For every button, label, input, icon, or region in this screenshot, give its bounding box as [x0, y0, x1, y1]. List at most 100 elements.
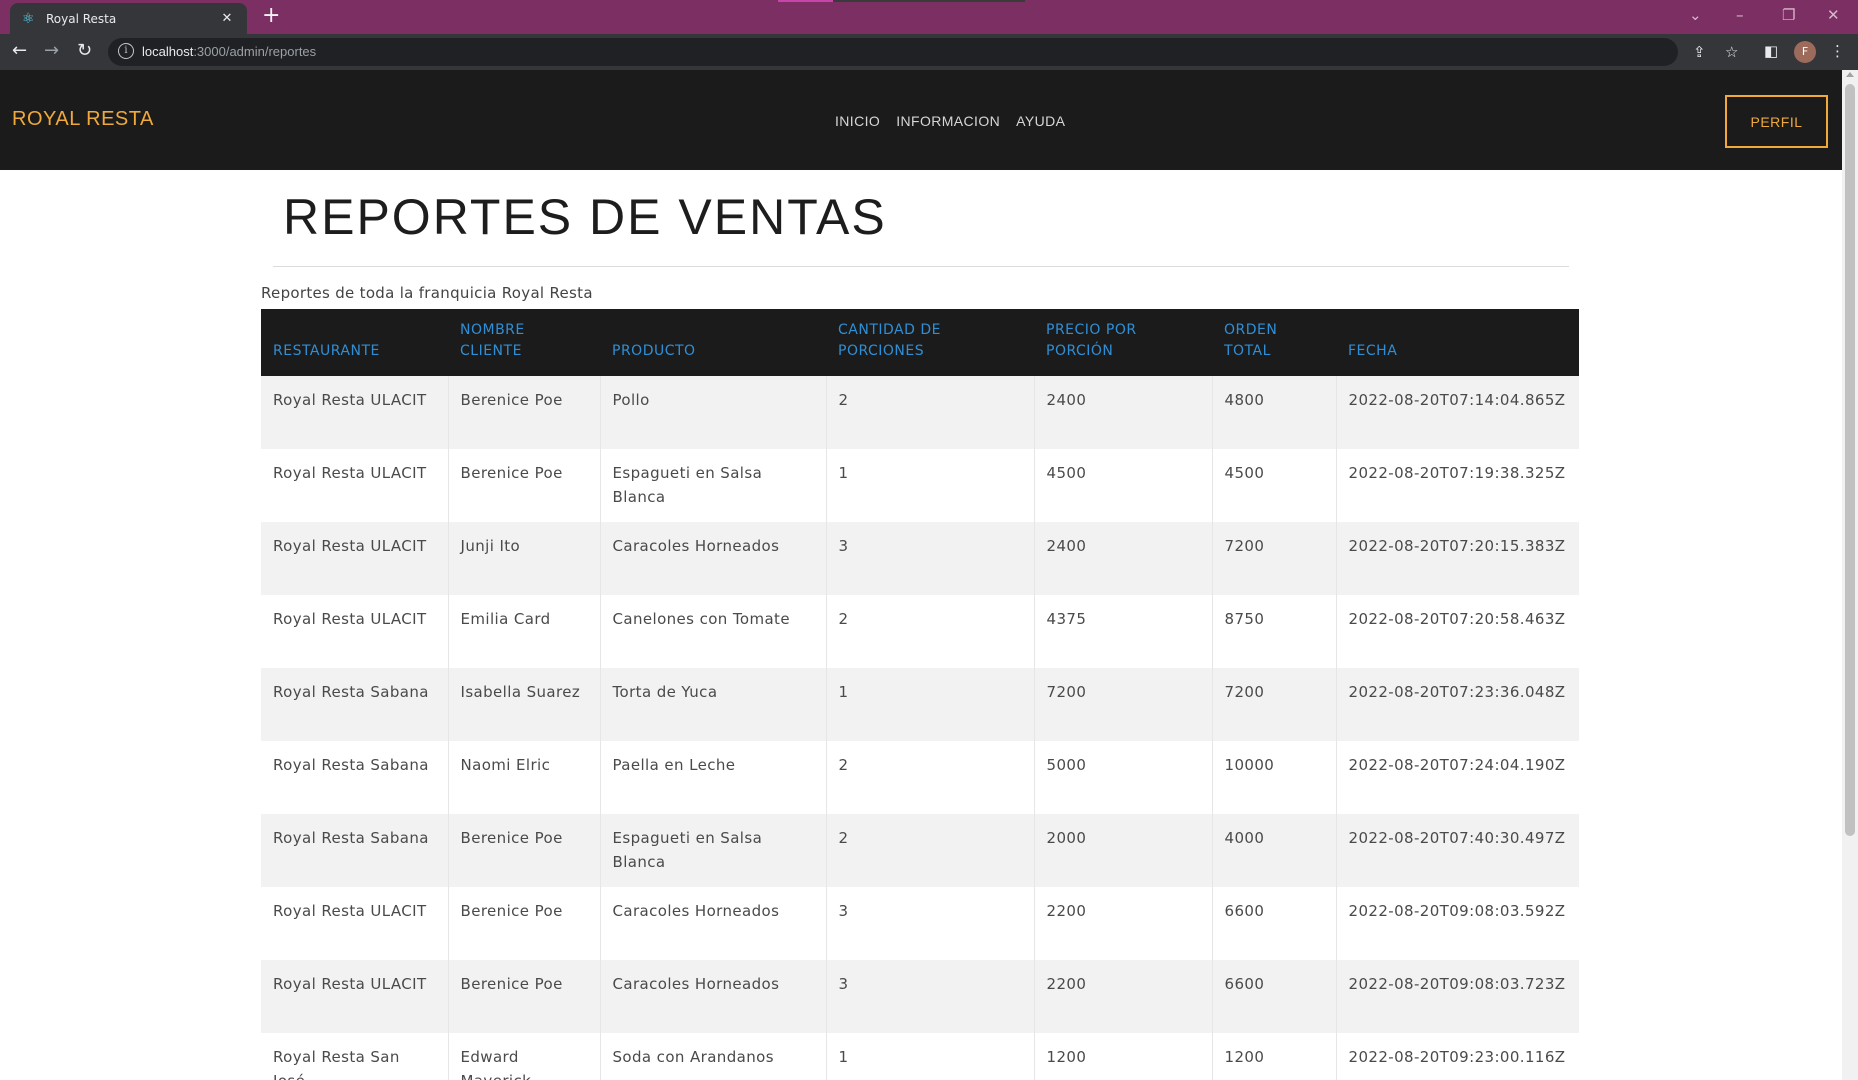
site-info-icon[interactable]: i	[118, 43, 134, 59]
cell-cliente: Berenice Poe	[447, 376, 600, 449]
scroll-up-icon[interactable]	[1846, 72, 1854, 77]
cell-producto: Soda con Arandanos	[599, 1033, 826, 1080]
menu-item-informacion[interactable]: INFORMACION	[896, 113, 1000, 129]
table-row: Royal Resta ULACIT Berenice Poe Caracoles …	[261, 887, 1579, 960]
back-icon[interactable]: ←	[12, 41, 27, 61]
cell-producto: Pollo	[599, 376, 826, 449]
cell-total: 7200	[1211, 668, 1336, 741]
table-row: Royal Resta Sabana Naomi Elric Paella en L…	[261, 741, 1579, 814]
cell-producto: Paella en Leche	[599, 741, 826, 814]
cell-fecha: 2022-08-20T09:08:03.592Z	[1335, 887, 1579, 960]
column-header-fecha[interactable]: FECHA	[1336, 309, 1579, 376]
cell-cliente: Isabella Suarez	[447, 668, 600, 741]
cell-producto: Espagueti en Salsa Blanca	[599, 814, 826, 887]
side-panel-icon[interactable]: ◧	[1764, 42, 1778, 60]
cell-precio: 2400	[1033, 522, 1212, 595]
cell-fecha: 2022-08-20T07:23:36.048Z	[1335, 668, 1579, 741]
cell-precio: 4500	[1033, 449, 1212, 522]
cell-total: 4000	[1211, 814, 1336, 887]
cell-total: 4500	[1211, 449, 1336, 522]
cell-precio: 7200	[1033, 668, 1212, 741]
share-icon[interactable]: ⇪	[1693, 43, 1706, 61]
cell-total: 8750	[1211, 595, 1336, 668]
site-navbar: ROYAL RESTA INICIO INFORMACION AYUDA PER…	[0, 70, 1842, 170]
minimize-icon[interactable]: –	[1736, 6, 1744, 24]
page-title: REPORTES DE VENTAS	[283, 189, 887, 245]
main-menu: INICIO INFORMACION AYUDA	[835, 113, 1065, 129]
cell-fecha: 2022-08-20T09:23:00.116Z	[1335, 1033, 1579, 1080]
menu-item-inicio[interactable]: INICIO	[835, 113, 880, 129]
page-scrollbar[interactable]	[1842, 70, 1858, 1080]
column-header-producto[interactable]: PRODUCTO	[600, 309, 826, 376]
table-row: Royal Resta ULACIT Berenice Poe Pollo 2 2400…	[261, 376, 1579, 449]
new-tab-icon[interactable]: +	[262, 5, 280, 27]
column-header-nombre-cliente[interactable]: NOMBRE CLIENTE	[448, 309, 600, 376]
url-text[interactable]: localhost:3000/admin/reportes	[142, 44, 316, 59]
cell-restaurante: Royal Resta Sabana	[261, 814, 448, 887]
cell-total: 4800	[1211, 376, 1336, 449]
column-header-restaurante[interactable]: RESTAURANTE	[261, 309, 448, 376]
url-path: :3000/admin/reportes	[193, 44, 317, 59]
cell-cliente: Junji Ito	[447, 522, 600, 595]
browser-tab[interactable]: ⚛ Royal Resta ✕	[10, 3, 247, 34]
cell-precio: 2400	[1033, 376, 1212, 449]
cell-producto: Espagueti en Salsa Blanca	[599, 449, 826, 522]
cell-fecha: 2022-08-20T07:20:15.383Z	[1335, 522, 1579, 595]
cell-precio: 4375	[1033, 595, 1212, 668]
table-body: Royal Resta ULACIT Berenice Poe Pollo 2 2400…	[261, 376, 1579, 1080]
address-bar[interactable]: i localhost:3000/admin/reportes ⇪ ☆	[108, 38, 1738, 66]
forward-icon[interactable]: →	[44, 41, 59, 61]
cell-restaurante: Royal Resta Sabana	[261, 668, 448, 741]
title-divider	[273, 266, 1569, 267]
cell-cliente: Berenice Poe	[447, 960, 600, 1033]
cell-cantidad: 3	[825, 522, 1034, 595]
restore-icon[interactable]: ❐	[1782, 6, 1795, 24]
tabstrip-accent	[778, 0, 833, 2]
react-favicon-icon: ⚛	[22, 10, 35, 27]
cell-restaurante: Royal Resta ULACIT	[261, 449, 448, 522]
tab-close-icon[interactable]: ✕	[219, 11, 235, 26]
menu-item-ayuda[interactable]: AYUDA	[1016, 113, 1065, 129]
cell-fecha: 2022-08-20T07:40:30.497Z	[1335, 814, 1579, 887]
cell-producto: Caracoles Horneados	[599, 522, 826, 595]
cell-precio: 1200	[1033, 1033, 1212, 1080]
cell-cantidad: 1	[825, 449, 1034, 522]
cell-precio: 2000	[1033, 814, 1212, 887]
bookmark-star-icon[interactable]: ☆	[1725, 43, 1738, 61]
table-row: Royal Resta ULACIT Berenice Poe Espagueti …	[261, 449, 1579, 522]
cell-restaurante: Royal Resta ULACIT	[261, 960, 448, 1033]
cell-fecha: 2022-08-20T07:19:38.325Z	[1335, 449, 1579, 522]
page-viewport: ROYAL RESTA INICIO INFORMACION AYUDA PER…	[0, 70, 1858, 1080]
cell-precio: 5000	[1033, 741, 1212, 814]
cell-cliente: Berenice Poe	[447, 887, 600, 960]
cell-restaurante: Royal Resta ULACIT	[261, 595, 448, 668]
reload-icon[interactable]: ↻	[77, 41, 92, 61]
cell-total: 6600	[1211, 887, 1336, 960]
tab-search-icon[interactable]: ⌄	[1689, 6, 1702, 24]
column-header-precio[interactable]: PRECIO POR PORCIÓN	[1034, 309, 1212, 376]
cell-total: 10000	[1211, 741, 1336, 814]
scrollbar-thumb[interactable]	[1845, 84, 1855, 836]
cell-fecha: 2022-08-20T09:08:03.723Z	[1335, 960, 1579, 1033]
cell-restaurante: Royal Resta ULACIT	[261, 376, 448, 449]
cell-cantidad: 1	[825, 1033, 1034, 1080]
table-row: Royal Resta ULACIT Emilia Card Canelones c…	[261, 595, 1579, 668]
cell-total: 6600	[1211, 960, 1336, 1033]
cell-fecha: 2022-08-20T07:24:04.190Z	[1335, 741, 1579, 814]
cell-precio: 2200	[1033, 887, 1212, 960]
browser-tabstrip: ⚛ Royal Resta ✕ + ⌄ – ❐ ✕	[0, 0, 1858, 34]
profile-button[interactable]: PERFIL	[1725, 95, 1828, 148]
profile-avatar[interactable]: F	[1794, 41, 1816, 63]
table-row: Royal Resta Sabana Berenice Poe Espagueti …	[261, 814, 1579, 887]
cell-cantidad: 3	[825, 887, 1034, 960]
cell-cliente: Berenice Poe	[447, 814, 600, 887]
cell-restaurante: Royal Resta San José	[261, 1033, 448, 1080]
cell-fecha: 2022-08-20T07:14:04.865Z	[1335, 376, 1579, 449]
column-header-orden-total[interactable]: ORDEN TOTAL	[1212, 309, 1336, 376]
brand-logo[interactable]: ROYAL RESTA	[12, 108, 154, 131]
window-close-icon[interactable]: ✕	[1827, 6, 1840, 24]
cell-producto: Caracoles Horneados	[599, 887, 826, 960]
table-row: Royal Resta Sabana Isabella Suarez Torta d…	[261, 668, 1579, 741]
column-header-cantidad[interactable]: CANTIDAD DE PORCIONES	[826, 309, 1034, 376]
browser-menu-icon[interactable]: ⋮	[1830, 42, 1845, 60]
